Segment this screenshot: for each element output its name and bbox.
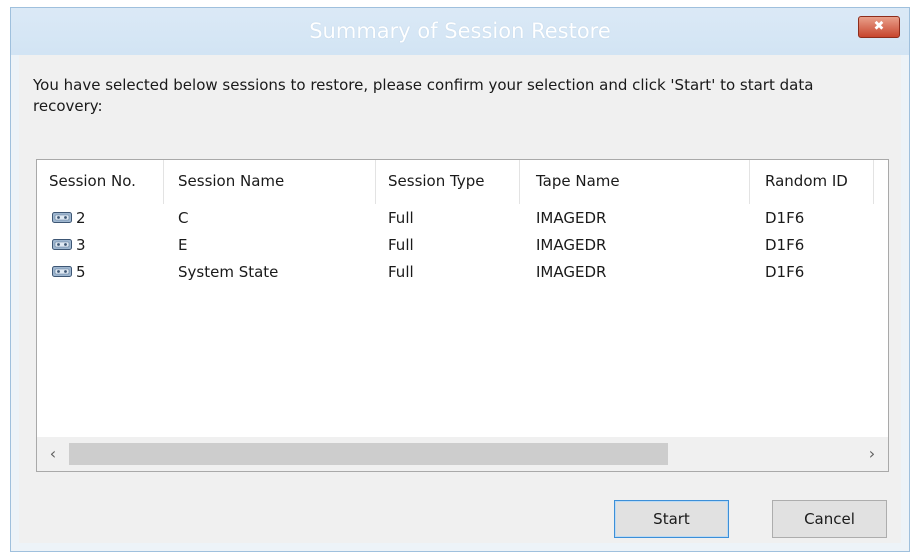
tape-name-cell: IMAGEDR <box>536 236 607 254</box>
session-name-cell: E <box>178 236 188 254</box>
session-name-cell: System State <box>178 263 279 281</box>
dialog-title: Summary of Session Restore <box>309 19 611 43</box>
column-divider[interactable] <box>749 160 750 204</box>
list-header: Session No. Session Name Session Type Ta… <box>37 160 888 204</box>
table-row[interactable]: 2 C Full IMAGEDR D1F6 <box>37 205 888 232</box>
random-id-cell: D1F6 <box>765 209 805 227</box>
random-id-cell: D1F6 <box>765 263 805 281</box>
table-row[interactable]: 5 System State Full IMAGEDR D1F6 <box>37 259 888 286</box>
chevron-right-icon: › <box>868 444 876 463</box>
column-divider[interactable] <box>873 160 874 204</box>
random-id-cell: D1F6 <box>765 236 805 254</box>
session-type-cell: Full <box>388 263 414 281</box>
start-button[interactable]: Start <box>614 500 729 538</box>
column-header-tape-name[interactable]: Tape Name <box>536 172 620 190</box>
chevron-left-icon: ‹ <box>49 444 57 463</box>
column-header-session-name[interactable]: Session Name <box>178 172 284 190</box>
session-name-cell: C <box>178 209 189 227</box>
column-divider[interactable] <box>375 160 376 204</box>
scroll-thumb[interactable] <box>69 443 668 465</box>
session-type-cell: Full <box>388 209 414 227</box>
scroll-left-button[interactable]: ‹ <box>46 446 60 462</box>
tape-icon <box>52 212 72 223</box>
close-button[interactable]: ✖ <box>858 16 900 38</box>
tape-icon <box>52 266 72 277</box>
scroll-right-button[interactable]: › <box>865 446 879 462</box>
title-bar[interactable]: Summary of Session Restore ✖ <box>11 8 909 55</box>
column-header-session-type[interactable]: Session Type <box>388 172 484 190</box>
column-header-random-id[interactable]: Random ID <box>765 172 848 190</box>
dialog-body: You have selected below sessions to rest… <box>19 55 901 543</box>
column-divider[interactable] <box>163 160 164 204</box>
session-type-cell: Full <box>388 236 414 254</box>
sessions-list[interactable]: Session No. Session Name Session Type Ta… <box>36 159 889 472</box>
tape-icon <box>52 239 72 250</box>
instruction-message: You have selected below sessions to rest… <box>33 76 814 115</box>
session-no-cell: 2 <box>76 209 86 227</box>
table-row[interactable]: 3 E Full IMAGEDR D1F6 <box>37 232 888 259</box>
tape-name-cell: IMAGEDR <box>536 209 607 227</box>
column-header-session-no[interactable]: Session No. <box>49 172 136 190</box>
tape-name-cell: IMAGEDR <box>536 263 607 281</box>
dialog-window: Summary of Session Restore ✖ You have se… <box>10 7 910 552</box>
cancel-button[interactable]: Cancel <box>772 500 887 538</box>
session-no-cell: 3 <box>76 236 86 254</box>
close-icon: ✖ <box>873 19 885 34</box>
horizontal-scrollbar[interactable]: ‹ › <box>37 437 888 471</box>
session-no-cell: 5 <box>76 263 86 281</box>
column-divider[interactable] <box>519 160 520 204</box>
